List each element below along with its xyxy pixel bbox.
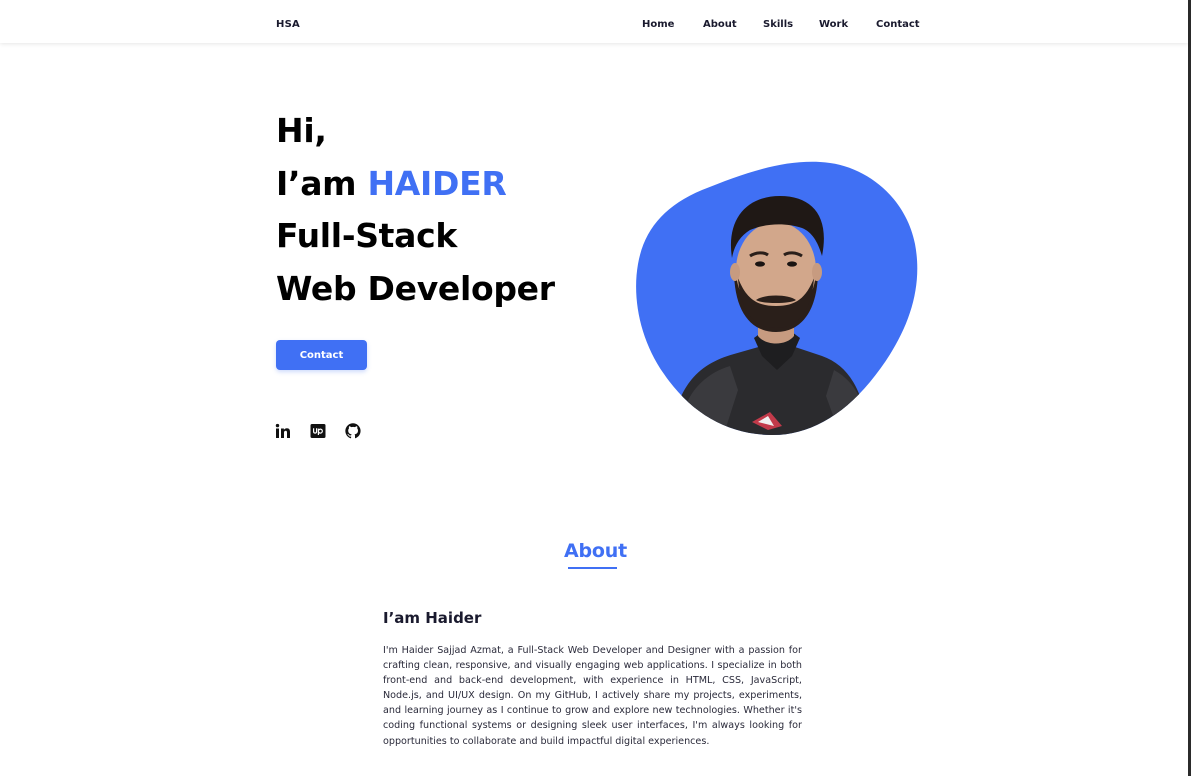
site-header: HSA Home About Skills Work Contact: [0, 0, 1188, 43]
github-icon[interactable]: [345, 423, 361, 439]
hero-role-line1: Full-Stack: [276, 216, 458, 255]
nav-home[interactable]: Home: [642, 19, 674, 30]
nav-skills[interactable]: Skills: [763, 19, 793, 30]
contact-button[interactable]: Contact: [276, 340, 367, 370]
about-paragraph: I'm Haider Sajjad Azmat, a Full-Stack We…: [383, 645, 802, 747]
hero-intro-prefix: I’am: [276, 164, 368, 203]
nav-contact[interactable]: Contact: [876, 19, 920, 30]
about-heading: I’am Haider: [383, 609, 482, 627]
hero-intro: I’am HAIDER: [276, 164, 507, 204]
about-title-underline: [568, 567, 617, 569]
about-section-title: About: [564, 540, 627, 562]
nav-work[interactable]: Work: [819, 19, 848, 30]
linkedin-icon[interactable]: [275, 423, 291, 439]
site-logo[interactable]: HSA: [276, 19, 300, 30]
hero-role-line2: Web Developer: [276, 269, 555, 308]
profile-portrait: [636, 161, 918, 436]
hero-name: HAIDER: [367, 164, 507, 203]
upwork-icon[interactable]: [310, 423, 326, 439]
hero-greeting: Hi,: [276, 111, 327, 150]
profile-blob: [634, 160, 920, 440]
nav-about[interactable]: About: [703, 19, 737, 30]
